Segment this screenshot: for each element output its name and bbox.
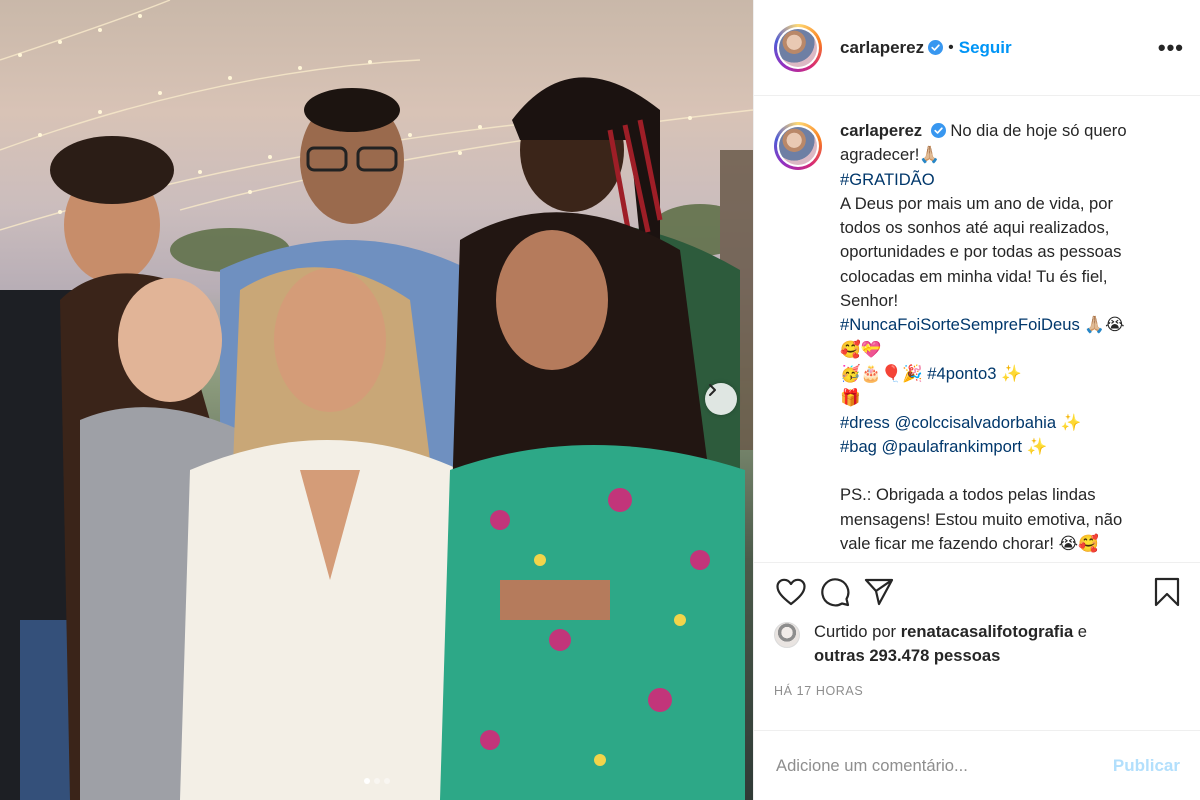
paper-plane-icon xyxy=(864,578,894,605)
caption-line: #NuncaFoiSorteSempreFoiDeus 🙏🏼😭 xyxy=(840,313,1127,337)
photo-illustration xyxy=(0,0,753,800)
caption-line: PS.: Obrigada a todos pelas lindas xyxy=(840,485,1096,505)
caption-line: 🎁 xyxy=(840,388,861,408)
follow-button[interactable]: Seguir xyxy=(959,38,1012,58)
caption-emoji: ✨ xyxy=(1022,436,1048,456)
save-button[interactable] xyxy=(1150,575,1184,609)
liker-avatar[interactable] xyxy=(774,622,800,648)
author-username[interactable]: carlaperez xyxy=(840,38,924,58)
like-button[interactable] xyxy=(774,575,808,609)
comment-bubble-icon xyxy=(821,577,850,606)
verified-badge-icon xyxy=(928,40,944,55)
carousel-indicator xyxy=(0,778,753,784)
hashtag-link[interactable]: #4ponto3 xyxy=(927,364,996,383)
mention-link[interactable]: @colccisalvadorbahia xyxy=(894,413,1056,432)
more-options-button[interactable]: ••• xyxy=(1158,35,1184,61)
hashtag-link[interactable]: #NuncaFoiSorteSempreFoiDeus xyxy=(840,315,1080,334)
hashtag-link[interactable]: #dress xyxy=(840,413,890,432)
author-avatar[interactable] xyxy=(774,23,822,72)
caption-text: carlaperez No dia de hoje só quero agrad… xyxy=(840,119,1127,562)
caption-line: mensagens! Estou muito emotiva, não xyxy=(840,509,1123,529)
caption-line: colocadas em minha vida! Tu és fiel, xyxy=(840,266,1108,286)
caption-line: No dia de hoje só quero xyxy=(950,121,1127,140)
caption-author-avatar[interactable] xyxy=(774,122,822,170)
caption-line: Senhor! xyxy=(840,291,899,311)
instagram-post: carlaperez • Seguir ••• carlaperez No di… xyxy=(0,0,1200,800)
comment-box: Publicar xyxy=(754,730,1200,800)
likes-count-link[interactable]: outras 293.478 pessoas xyxy=(814,646,1000,665)
caption-emoji: ✨ xyxy=(996,363,1022,383)
hashtag-link[interactable]: #GRATIDÃO xyxy=(840,168,1127,192)
caption-username[interactable]: carlaperez xyxy=(840,121,922,140)
comment-input[interactable] xyxy=(774,754,1113,777)
caption-line: vale ficar me fazendo chorar! 😭🥰 xyxy=(840,534,1099,554)
bookmark-icon xyxy=(1154,577,1180,606)
caption-line: #dress @colccisalvadorbahia ✨ xyxy=(840,411,1127,435)
post-side-panel: carlaperez • Seguir ••• carlaperez No di… xyxy=(753,0,1200,800)
likes-text: Curtido por renatacasalifotografia e out… xyxy=(814,620,1087,668)
liker-username[interactable]: renatacasalifotografia xyxy=(901,622,1073,641)
caption-line: 🥳🎂🎈🎉 #4ponto3 ✨ xyxy=(840,362,1127,386)
publish-button[interactable]: Publicar xyxy=(1113,756,1180,776)
carousel-next-button[interactable] xyxy=(705,383,737,415)
likes-joiner: e xyxy=(1077,622,1088,641)
caption-line: todos os sonhos até aqui realizados, xyxy=(840,218,1110,238)
caption-line: A Deus por mais um ano de vida, por xyxy=(840,193,1114,213)
post-header: carlaperez • Seguir ••• xyxy=(754,0,1200,96)
post-caption: carlaperez No dia de hoje só quero agrad… xyxy=(754,96,1200,562)
heart-icon xyxy=(776,578,806,605)
likes-prefix: Curtido por xyxy=(814,622,897,641)
post-timestamp[interactable]: HÁ 17 HORAS xyxy=(754,672,1200,712)
chevron-right-icon xyxy=(709,384,716,396)
caption-line: 🥰💝 xyxy=(840,339,882,359)
carousel-dot xyxy=(373,778,380,784)
hashtag-link[interactable]: #bag xyxy=(840,437,877,456)
comment-button[interactable] xyxy=(818,575,852,609)
header-separator: • xyxy=(948,38,954,56)
caption-emoji: ✨ xyxy=(1056,412,1082,432)
caption-emoji: 🥳🎂🎈🎉 xyxy=(840,363,928,383)
carousel-dot xyxy=(383,778,390,784)
likes-summary: Curtido por renatacasalifotografia e out… xyxy=(754,620,1200,672)
post-actions xyxy=(754,562,1200,620)
caption-line: oportunidades e por todas as pessoas xyxy=(840,242,1122,262)
post-photo[interactable] xyxy=(0,0,753,800)
carousel-dot xyxy=(363,778,370,784)
caption-line: agradecer!🙏🏼 xyxy=(840,145,940,165)
verified-badge-icon xyxy=(930,123,946,138)
caption-line: #bag @paulafrankimport ✨ xyxy=(840,435,1127,459)
caption-emoji: 🙏🏼😭 xyxy=(1079,315,1125,335)
share-button[interactable] xyxy=(862,575,896,609)
mention-link[interactable]: @paulafrankimport xyxy=(882,437,1022,456)
